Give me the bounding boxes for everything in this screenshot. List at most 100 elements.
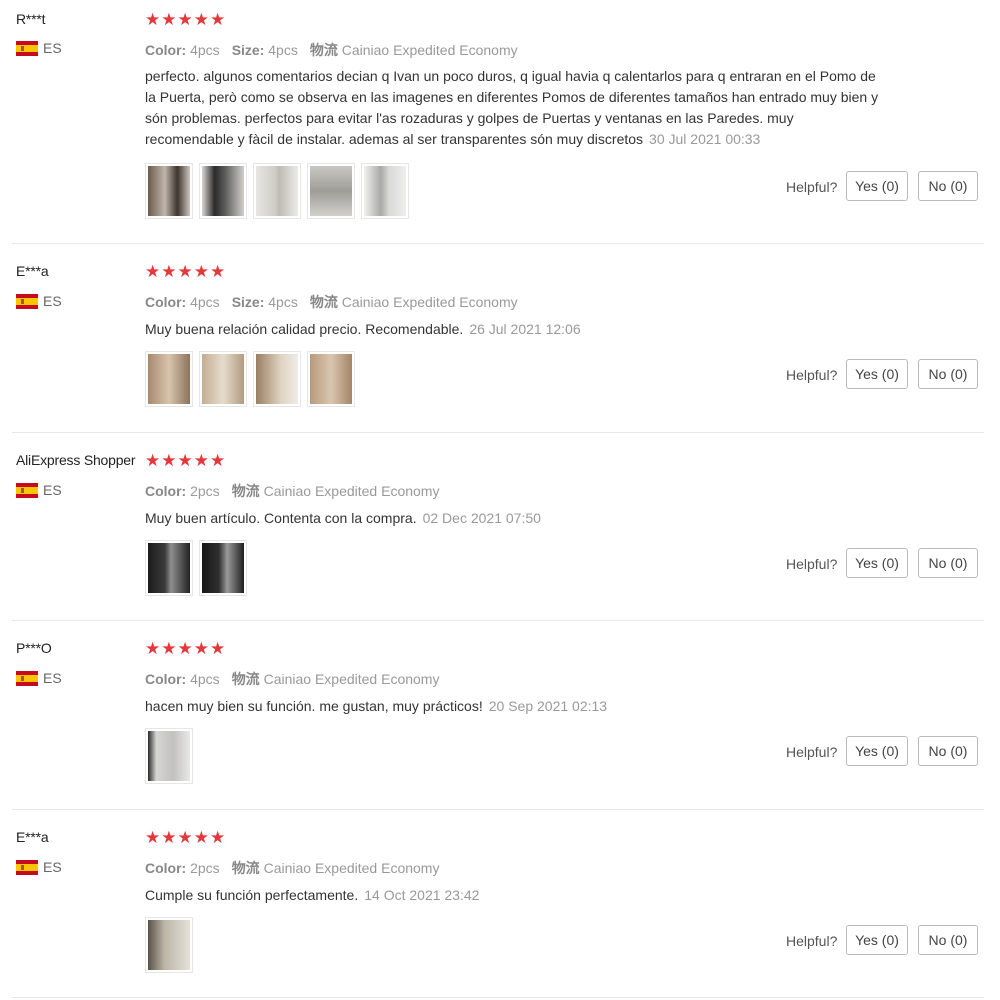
review-photo[interactable] [199,540,247,596]
review-body: hacen muy bien su función. me gustan, mu… [145,698,483,714]
review-photo[interactable] [145,540,193,596]
helpful-yes-button[interactable]: Yes (0) [846,925,908,955]
review-photo[interactable] [307,351,355,407]
helpful-no-button[interactable]: No (0) [918,925,978,955]
color-label: Color: [145,294,187,310]
color-value: 4pcs [190,294,220,310]
star-icon: ★ [210,639,226,658]
helpful-no-button[interactable]: No (0) [918,548,978,578]
review-divider [12,997,984,998]
review-photos [145,540,247,596]
star-icon: ★ [161,262,177,281]
helpful-label: Helpful? [786,179,838,195]
review-photos [145,728,193,784]
star-rating: ★ ★ ★ ★ ★ [145,263,225,280]
shipping-value: Cainiao Expedited Economy [263,860,440,876]
shipping-label: 物流 [309,42,338,58]
shipping-label: 物流 [231,860,260,876]
star-icon: ★ [193,262,209,281]
review-body: Cumple su función perfectamente. [145,887,359,903]
helpful-no-button[interactable]: No (0) [918,171,978,201]
review-divider [12,620,984,621]
reviewer-country: ES [16,670,62,686]
star-icon: ★ [210,828,226,847]
helpful-label: Helpful? [786,367,838,383]
shipping-label: 物流 [309,294,338,310]
review-photo[interactable] [253,163,301,219]
order-info: Color: 2pcs 物流 Cainiao Expedited Economy [145,858,439,878]
star-icon: ★ [210,451,226,470]
spain-flag-icon [16,293,38,309]
country-code: ES [43,859,62,875]
spain-flag-icon [16,670,38,686]
review-photo[interactable] [199,163,247,219]
review-body: Muy buena relación calidad precio. Recom… [145,321,464,337]
country-code: ES [43,40,62,56]
star-icon: ★ [177,639,193,658]
order-info: Color: 4pcs Size: 4pcs 物流 Cainiao Expedite… [145,40,518,60]
star-icon: ★ [145,262,161,281]
color-value: 2pcs [190,860,220,876]
review-text: hacen muy bien su función. me gustan, mu… [145,696,885,717]
review-divider [12,432,984,433]
review-date: 30 Jul 2021 00:33 [649,131,761,147]
star-icon: ★ [145,10,161,29]
shipping-value: Cainiao Expedited Economy [341,294,518,310]
review-body: Muy buen artículo. Contenta con la compr… [145,510,417,526]
review-photo[interactable] [253,351,301,407]
country-code: ES [43,482,62,498]
star-icon: ★ [177,10,193,29]
helpful-yes-button[interactable]: Yes (0) [846,359,908,389]
star-icon: ★ [210,262,226,281]
reviewer-name: E***a [16,263,49,279]
star-icon: ★ [177,262,193,281]
helpful-label: Helpful? [786,744,838,760]
size-label: Size: [231,42,265,58]
order-info: Color: 4pcs Size: 4pcs 物流 Cainiao Expedite… [145,292,518,312]
review-photo[interactable] [145,917,193,973]
review-photo[interactable] [199,351,247,407]
star-icon: ★ [161,828,177,847]
color-label: Color: [145,42,187,58]
review-photo[interactable] [361,163,409,219]
review-photo[interactable] [307,163,355,219]
review-body: perfecto. algunos comentarios decian q I… [145,68,879,147]
star-icon: ★ [161,10,177,29]
helpful-yes-button[interactable]: Yes (0) [846,736,908,766]
helpful-label: Helpful? [786,556,838,572]
star-rating: ★ ★ ★ ★ ★ [145,11,225,28]
shipping-value: Cainiao Expedited Economy [263,671,440,687]
review-text: perfecto. algunos comentarios decian q I… [145,66,885,150]
size-label: Size: [231,294,265,310]
star-icon: ★ [145,828,161,847]
spain-flag-icon [16,40,38,56]
star-icon: ★ [145,451,161,470]
review-text: Cumple su función perfectamente. 14 Oct 2… [145,885,885,906]
color-value: 4pcs [190,671,220,687]
reviewer-country: ES [16,859,62,875]
review-text: Muy buen artículo. Contenta con la compr… [145,508,885,529]
review-photo[interactable] [145,351,193,407]
helpful-yes-button[interactable]: Yes (0) [846,171,908,201]
color-value: 4pcs [190,42,220,58]
color-label: Color: [145,860,187,876]
helpful-yes-button[interactable]: Yes (0) [846,548,908,578]
shipping-value: Cainiao Expedited Economy [341,42,518,58]
color-label: Color: [145,483,187,499]
shipping-label: 物流 [231,671,260,687]
star-rating: ★ ★ ★ ★ ★ [145,452,225,469]
review-photo[interactable] [145,163,193,219]
reviewer-name: R***t [16,11,46,27]
country-code: ES [43,670,62,686]
shipping-label: 物流 [231,483,260,499]
size-value: 4pcs [268,42,298,58]
helpful-no-button[interactable]: No (0) [918,736,978,766]
star-icon: ★ [193,828,209,847]
helpful-no-button[interactable]: No (0) [918,359,978,389]
reviewer-name: AliExpress Shopper [16,452,136,468]
review-photos [145,163,409,219]
review-date: 26 Jul 2021 12:06 [469,321,581,337]
review-photo[interactable] [145,728,193,784]
review-text: Muy buena relación calidad precio. Recom… [145,319,885,340]
star-icon: ★ [193,451,209,470]
